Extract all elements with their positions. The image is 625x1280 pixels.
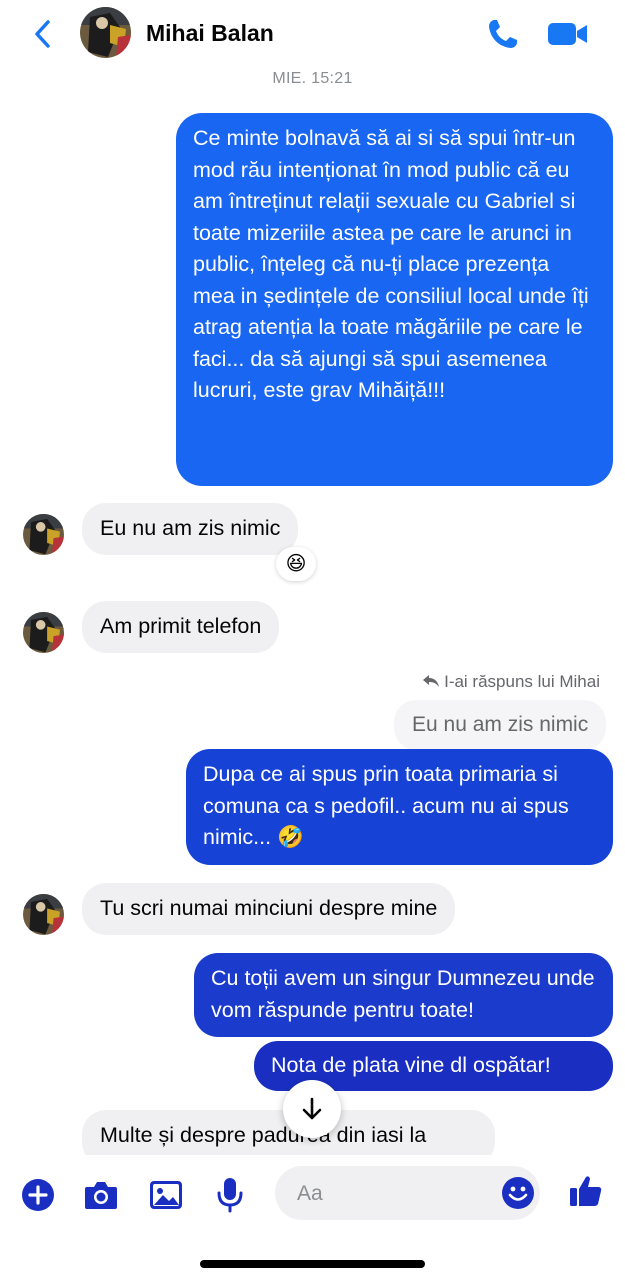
sender-avatar[interactable] <box>23 612 64 653</box>
video-camera-icon[interactable] <box>546 18 590 50</box>
scroll-to-bottom-button[interactable] <box>283 1080 341 1138</box>
image-icon[interactable] <box>148 1177 184 1213</box>
message-composer: Aa <box>0 1155 625 1280</box>
thumbs-up-icon[interactable] <box>568 1173 604 1209</box>
incoming-message[interactable]: Eu nu am zis nimic <box>82 503 299 555</box>
reply-context: I-ai răspuns lui Mihai <box>400 672 600 692</box>
camera-icon[interactable] <box>83 1177 119 1213</box>
plus-icon[interactable] <box>20 1177 56 1213</box>
incoming-message[interactable]: Am primit telefon <box>82 601 280 653</box>
outgoing-message[interactable]: Cu toții avem un singur Dumnezeu unde vo… <box>194 953 613 1037</box>
outgoing-message[interactable]: Ce minte bolnavă să ai si să spui într-u… <box>176 113 613 486</box>
sender-avatar[interactable] <box>23 514 64 555</box>
home-indicator <box>200 1260 425 1268</box>
sender-avatar[interactable] <box>23 894 64 935</box>
laughing-emoji-icon: 😆 <box>285 553 307 575</box>
microphone-icon[interactable] <box>212 1177 248 1213</box>
chat-header: Mihai Balan <box>0 0 625 66</box>
incoming-message[interactable]: Tu scri numai minciuni despre mine <box>82 883 456 935</box>
quoted-message[interactable]: Eu nu am zis nimic <box>394 700 607 750</box>
reply-label: I-ai răspuns lui Mihai <box>444 672 600 691</box>
message-input[interactable]: Aa <box>275 1166 540 1220</box>
chevron-left-icon[interactable] <box>28 14 58 54</box>
message-input-placeholder: Aa <box>297 1182 323 1205</box>
message-reaction[interactable]: 😆 <box>276 547 316 581</box>
arrow-down-icon <box>302 1097 322 1120</box>
outgoing-message[interactable]: Dupa ce ai spus prin toata primaria si c… <box>186 749 613 865</box>
emoji-icon[interactable] <box>501 1176 535 1210</box>
phone-icon[interactable] <box>485 16 521 52</box>
avatar[interactable] <box>80 7 131 58</box>
reply-arrow-icon <box>423 675 440 687</box>
contact-name[interactable]: Mihai Balan <box>146 20 274 47</box>
message-timestamp: MIE. 15:21 <box>272 70 353 87</box>
